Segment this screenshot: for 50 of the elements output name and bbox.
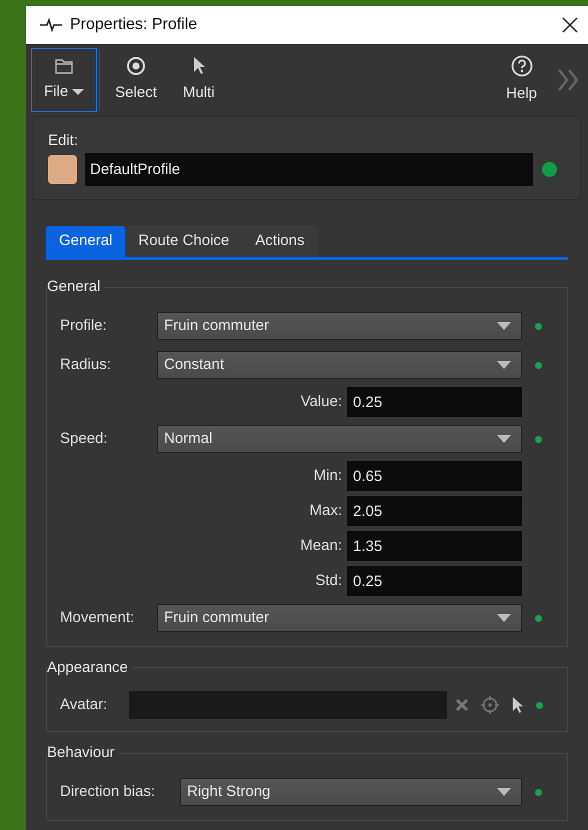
dropdown[interactable]: Fruin commuter	[157, 604, 522, 632]
group-title: General	[47, 277, 102, 297]
caret-icon	[497, 788, 511, 796]
dropdown[interactable]: Constant	[157, 351, 522, 379]
field-label: Min:	[314, 466, 342, 486]
cursor-icon[interactable]	[511, 696, 524, 714]
edit-label: Edit:	[48, 131, 80, 151]
pulse-icon	[40, 18, 62, 32]
window-title: Properties: Profile	[70, 15, 198, 35]
cursor-icon	[192, 56, 206, 76]
caret-icon	[497, 322, 511, 330]
tab[interactable]: Route Choice	[125, 226, 242, 257]
tab[interactable]: Actions	[242, 226, 318, 257]
field-label: Value:	[300, 392, 342, 412]
avatar-field[interactable]	[129, 691, 447, 719]
close-icon[interactable]	[562, 17, 578, 33]
field-label: Movement:	[60, 608, 136, 628]
field-label: Mean:	[300, 536, 342, 556]
field-label: Radius:	[60, 354, 112, 375]
target-icon	[126, 56, 146, 76]
field-label: Avatar:	[60, 694, 108, 715]
field-label: Profile:	[60, 316, 108, 336]
folder-icon	[54, 56, 74, 75]
field-label: Max:	[309, 500, 342, 521]
dropdown[interactable]: Right Strong	[180, 778, 522, 806]
field-label: Speed:	[60, 428, 109, 449]
number-field[interactable]: 0.25	[347, 566, 522, 596]
field-label: Std:	[315, 570, 342, 591]
caret-icon	[72, 88, 84, 96]
dropdown[interactable]: Normal	[157, 425, 522, 453]
caret-icon	[497, 614, 511, 622]
field-label: Direction bias:	[60, 782, 156, 802]
toolbar-button[interactable]: Help	[493, 48, 550, 112]
name-field[interactable]: DefaultProfile	[85, 153, 533, 186]
caret-icon	[497, 361, 511, 369]
dropdown[interactable]: Fruin commuter	[157, 312, 522, 340]
number-field[interactable]: 2.05	[347, 496, 522, 526]
number-field[interactable]: 1.35	[347, 531, 522, 561]
toolbar-button[interactable]: Select	[102, 48, 170, 112]
caret-icon	[497, 435, 511, 443]
color-swatch[interactable]	[48, 155, 77, 184]
help-icon	[510, 54, 533, 77]
tab[interactable]: General	[46, 226, 126, 257]
group-title: Behaviour	[47, 743, 116, 763]
toolbar-button[interactable]: File	[31, 48, 98, 112]
number-field[interactable]: 0.65	[347, 461, 522, 491]
toolbar-button[interactable]: Multi	[170, 48, 228, 112]
crosshair-icon[interactable]	[481, 696, 499, 714]
group-title: Appearance	[47, 658, 129, 678]
number-field[interactable]: 0.25	[347, 387, 522, 417]
